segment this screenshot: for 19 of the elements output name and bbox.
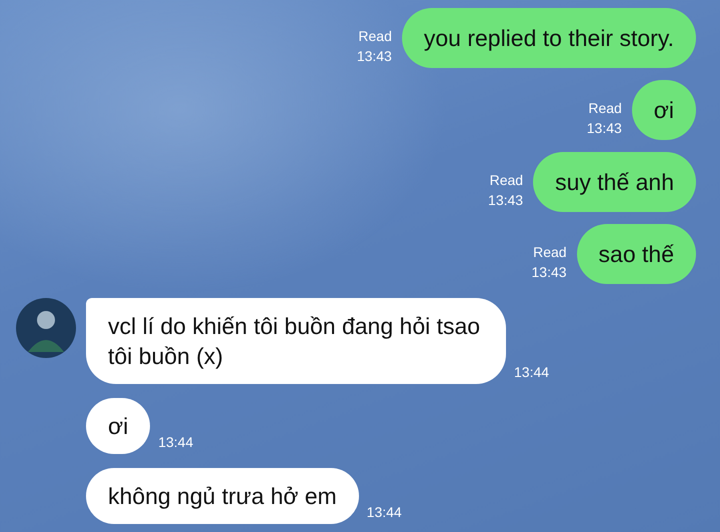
sent-message-bubble: suy thế anh [533,152,696,212]
read-receipt: Read [490,171,524,190]
sent-message-bubble: you replied to their story. [402,8,696,68]
received-message-bubble: vcl lí do khiến tôi buồn đang hỏi tsao tôi buồn (x) [86,298,506,384]
received-message-bubble: không ngủ trưa hở em [86,468,359,524]
sent-message-bubble: sao thế [576,224,696,284]
received-message-bubble: ơi [86,398,150,454]
message-time: 13:43 [488,191,524,210]
sent-message-bubble: ơi [632,80,696,140]
message-time: 13:43 [586,119,622,138]
avatar-icon[interactable] [16,298,76,358]
message-time: 13:43 [356,47,392,66]
message-time: 13:43 [532,263,567,282]
message-time: 13:44 [158,433,194,452]
read-receipt: Read [588,99,622,118]
message-time: 13:44 [366,503,402,522]
read-receipt: Read [533,243,567,262]
message-time: 13:44 [514,363,550,382]
read-receipt: Read [358,27,392,46]
